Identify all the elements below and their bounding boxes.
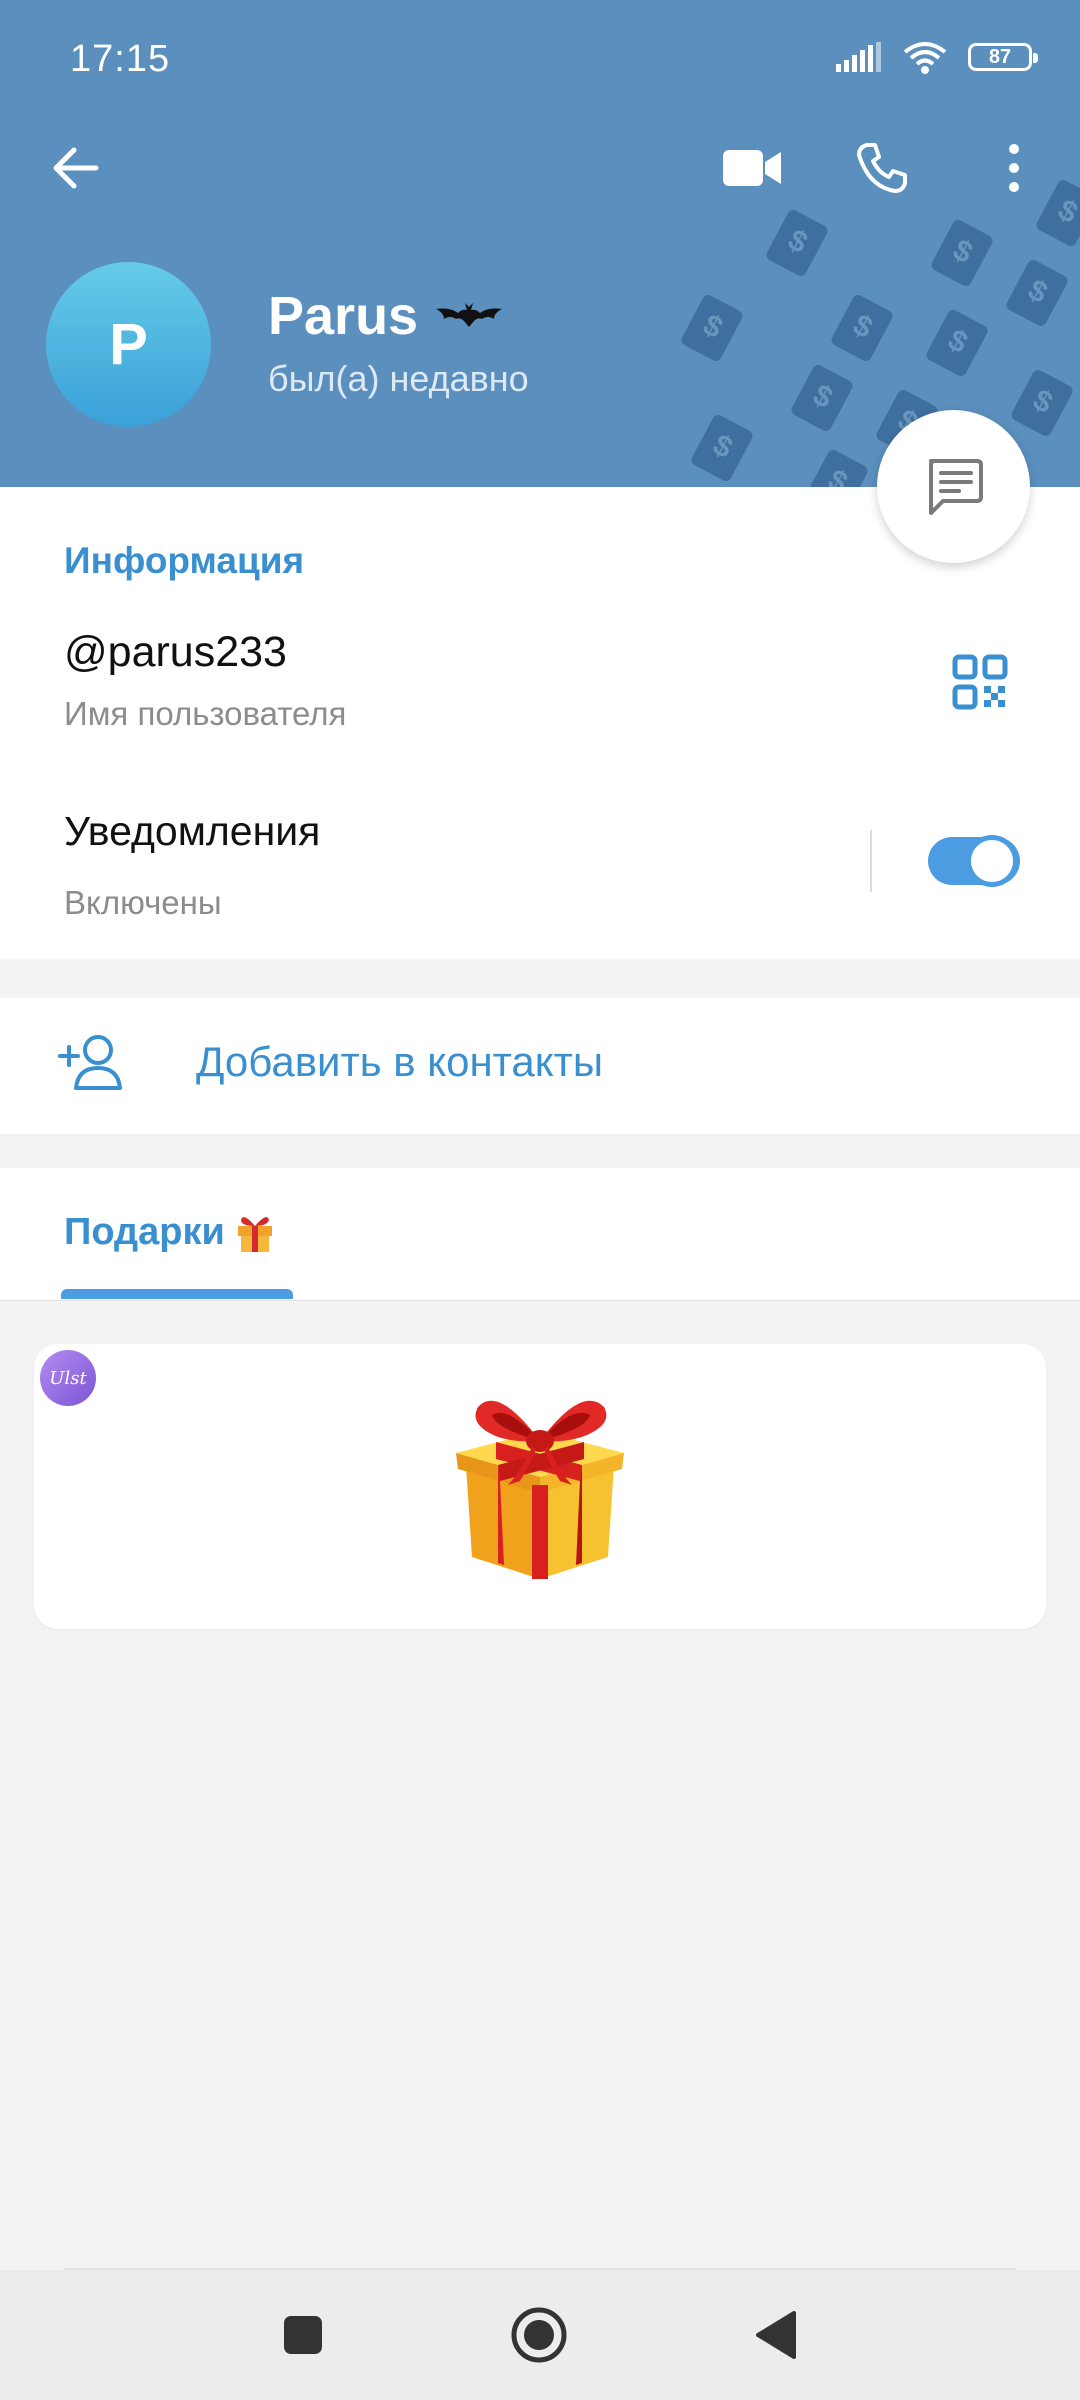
phone-icon: [857, 143, 907, 193]
wifi-icon: [903, 42, 947, 74]
toggle-knob: [966, 835, 1018, 887]
username-label: Имя пользователя: [64, 695, 347, 732]
notifications-divider: [870, 830, 872, 892]
notifications-toggle[interactable]: [928, 835, 1020, 887]
add-user-icon: [56, 1032, 126, 1097]
bat-emoji-icon: [436, 303, 503, 327]
signal-icon: [836, 42, 881, 72]
notifications-status: Включены: [64, 884, 222, 921]
info-section-title: Информация: [64, 540, 305, 581]
gift-emoji-icon: [237, 1217, 272, 1252]
video-camera-icon: [723, 150, 781, 186]
battery-icon: 87: [968, 43, 1038, 71]
back-button[interactable]: [48, 140, 104, 196]
last-seen-status: был(а) недавно: [268, 358, 529, 399]
profile-name: Parus: [268, 286, 419, 346]
tab-gifts-label: Подарки: [64, 1210, 225, 1253]
tab-gifts[interactable]: Подарки: [64, 1210, 275, 1254]
recent-apps-button[interactable]: [282, 2314, 324, 2361]
voice-call-button[interactable]: [852, 138, 912, 198]
square-icon: [284, 2316, 322, 2354]
home-circle-icon: [511, 2307, 567, 2363]
qr-code-icon: [952, 654, 1008, 710]
message-icon: [928, 458, 983, 515]
qr-code-button[interactable]: [952, 654, 1008, 715]
tab-active-indicator: [61, 1289, 293, 1299]
triangle-back-icon: [756, 2311, 796, 2359]
back-nav-button[interactable]: [754, 2310, 796, 2365]
more-options-button[interactable]: [996, 138, 1032, 198]
battery-level: 87: [988, 45, 1012, 68]
home-button[interactable]: [510, 2306, 568, 2369]
back-arrow-icon: [53, 147, 99, 189]
username-value[interactable]: @parus233: [64, 628, 287, 677]
more-vertical-icon: [1009, 144, 1019, 192]
profile-header: 17:15 87: [0, 0, 1080, 487]
gift-sender-badge: Ulst: [40, 1350, 96, 1406]
status-time: 17:15: [70, 38, 171, 80]
profile-name-row: Parus: [268, 285, 504, 347]
status-icons: 87: [836, 40, 1038, 74]
gift-box-icon: [448, 1385, 632, 1590]
avatar[interactable]: P: [46, 262, 211, 427]
add-contact-label[interactable]: Добавить в контакты: [196, 1038, 603, 1086]
notifications-title[interactable]: Уведомления: [64, 808, 320, 855]
video-call-button[interactable]: [720, 140, 784, 196]
avatar-letter: P: [109, 312, 148, 377]
send-message-button[interactable]: [877, 410, 1030, 563]
